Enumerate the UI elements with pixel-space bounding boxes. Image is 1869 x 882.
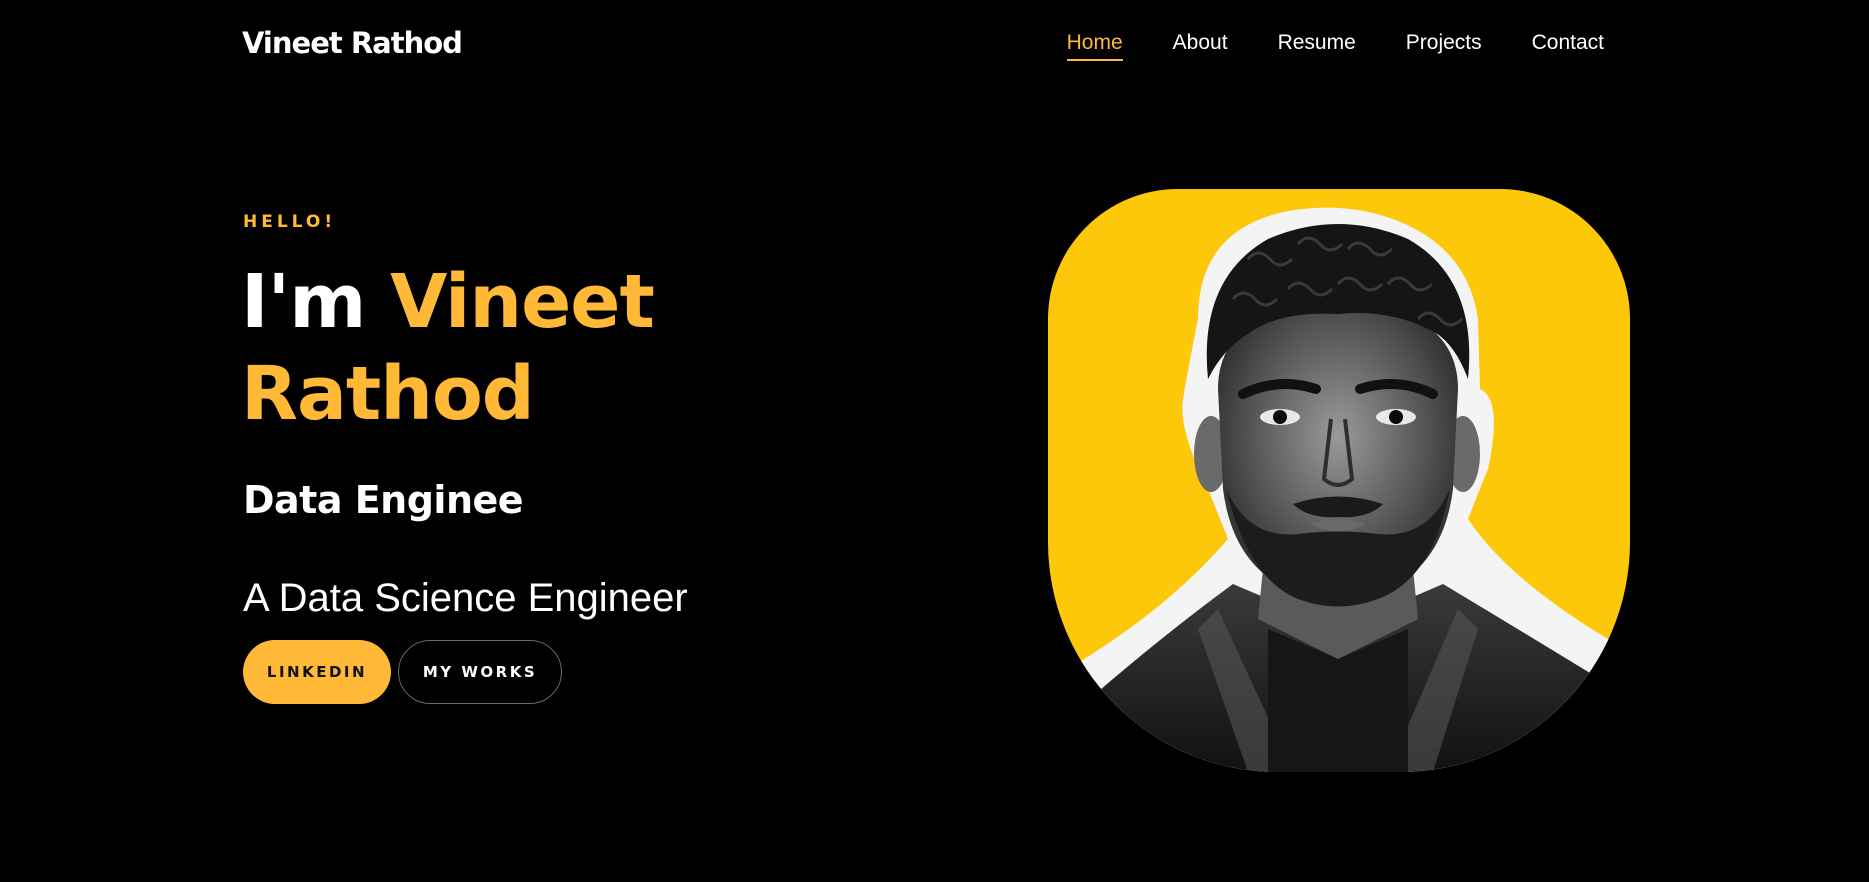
hero-headline: I'm Vineet Rathod xyxy=(241,256,801,440)
hero-role: Data Enginee xyxy=(243,478,524,522)
nav-resume[interactable]: Resume xyxy=(1278,31,1356,61)
hero-name-first: Vineet xyxy=(390,259,655,345)
nav-about[interactable]: About xyxy=(1173,31,1228,61)
profile-portrait xyxy=(1048,189,1630,772)
hero-name-last: Rathod xyxy=(241,351,535,437)
hero-intro: I'm xyxy=(241,259,366,345)
nav-contact[interactable]: Contact xyxy=(1532,31,1604,61)
portrait-illustration xyxy=(1048,207,1630,772)
nav-home[interactable]: Home xyxy=(1066,31,1123,61)
linkedin-button[interactable]: LINKEDIN xyxy=(243,640,391,704)
my-works-button[interactable]: MY WORKS xyxy=(398,640,562,704)
nav-projects[interactable]: Projects xyxy=(1406,31,1482,61)
hero-greeting: HELLO! xyxy=(243,212,337,232)
main-nav: Home About Resume Projects Contact xyxy=(1066,31,1604,61)
brand-logo[interactable]: Vineet Rathod xyxy=(242,26,463,60)
hero-subtitle: A Data Science Engineer xyxy=(243,576,688,620)
